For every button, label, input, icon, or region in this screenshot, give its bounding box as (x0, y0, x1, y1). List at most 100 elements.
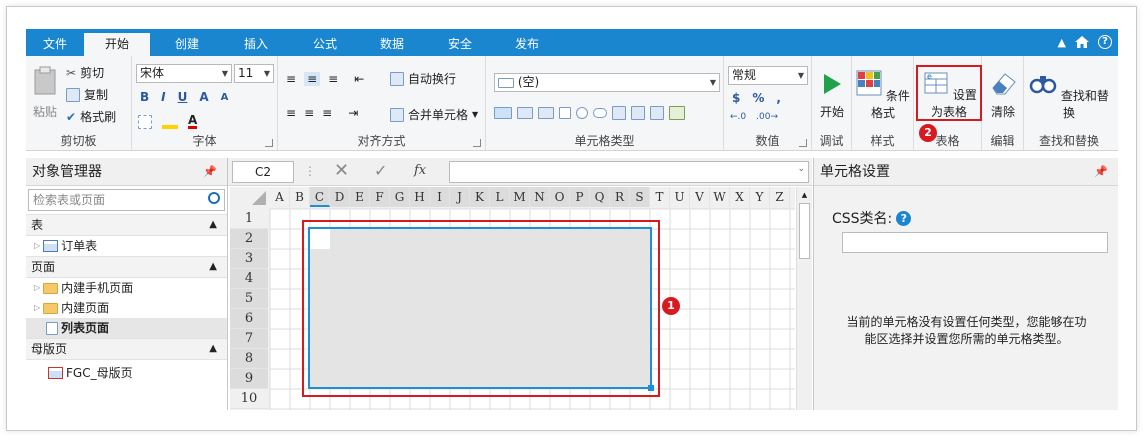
column-header[interactable]: U (670, 187, 690, 207)
column-header[interactable]: L (490, 187, 510, 207)
column-header[interactable]: Z (770, 187, 790, 207)
pin-icon[interactable]: 📌 (1094, 158, 1108, 186)
column-header[interactable]: O (550, 187, 570, 207)
conditional-format-button[interactable]: 条件格式 (854, 70, 912, 121)
column-header[interactable]: K (470, 187, 490, 207)
celltype-select[interactable]: (空) ▼ (494, 73, 720, 92)
formula-input[interactable]: ⌄ (449, 161, 809, 183)
column-header[interactable]: C (310, 187, 330, 207)
column-header[interactable]: F (370, 187, 390, 207)
home-icon[interactable] (1074, 35, 1090, 49)
percent-button[interactable]: % (752, 91, 764, 105)
list-type-icon[interactable] (650, 106, 664, 120)
pin-icon[interactable]: 📌 (203, 158, 217, 186)
column-header[interactable]: X (730, 187, 750, 207)
expand-icon[interactable]: ▷ (34, 298, 40, 318)
tree-item-mobile-pages[interactable]: ▷ 内建手机页面 (26, 278, 227, 298)
set-as-table-button[interactable]: e 设置为表格 (916, 65, 982, 121)
number-format-select[interactable]: 常规 ▼ (728, 66, 808, 85)
clear-button[interactable]: 清除 (984, 70, 1022, 120)
tab-publish[interactable]: 发布 (504, 29, 550, 56)
underline-button[interactable]: U (178, 90, 188, 104)
bold-button[interactable]: B (140, 90, 149, 104)
confirm-icon[interactable]: ✓ (374, 161, 387, 180)
spreadsheet-grid[interactable]: ABCDEFGHIJKLMNOPQRSTUVWXYZ 1 2 3 4 5 6 7 8 9 10 (230, 187, 795, 410)
row-header[interactable]: 7 (230, 329, 268, 349)
object-search-input[interactable]: 检索表或页面 (28, 189, 225, 211)
link-type-icon[interactable] (593, 108, 607, 118)
number-type-icon[interactable] (631, 106, 645, 120)
css-class-input[interactable] (842, 232, 1108, 253)
expand-formula-icon[interactable]: ⌄ (797, 164, 805, 174)
row-header[interactable]: 10 (230, 389, 268, 409)
checkbox-type-icon[interactable] (559, 107, 571, 119)
tree-item-builtin-pages[interactable]: ▷ 内建页面 (26, 298, 227, 318)
cell-reference-box[interactable]: C2 (232, 161, 294, 183)
column-header[interactable]: D (330, 187, 350, 207)
outdent-icon[interactable]: ⇥ (348, 106, 358, 120)
row-header[interactable]: 1 (230, 209, 268, 229)
function-icon[interactable]: fx (414, 163, 426, 178)
vertical-scrollbar[interactable]: ▲ (796, 187, 812, 410)
cut-button[interactable]: ✂ 剪切 (66, 64, 104, 81)
fill-color-icon[interactable] (162, 115, 178, 129)
align-middle-icon[interactable]: ≡ (304, 72, 321, 86)
cancel-icon[interactable]: ✕ (334, 160, 349, 181)
column-header[interactable]: G (390, 187, 410, 207)
align-top-icon[interactable]: ≡ (286, 72, 296, 86)
column-header[interactable]: Y (750, 187, 770, 207)
label-type-icon[interactable] (538, 107, 554, 119)
tab-security[interactable]: 安全 (437, 29, 483, 56)
tab-create[interactable]: 创建 (164, 29, 210, 56)
image-type-icon[interactable] (669, 106, 685, 120)
font-color-button[interactable]: A (188, 114, 198, 129)
border-icon[interactable] (138, 114, 152, 129)
tree-item-list-page[interactable]: 列表页面 (26, 318, 227, 338)
column-header[interactable]: S (630, 187, 650, 207)
column-header[interactable]: T (650, 187, 670, 207)
align-left-icon[interactable]: ≡ (286, 106, 296, 120)
comma-button[interactable]: , (776, 91, 781, 105)
merge-cells-button[interactable]: 合并单元格 ▼ (390, 106, 478, 123)
increase-decimal-icon[interactable]: ←.0 (730, 112, 746, 122)
column-header[interactable]: H (410, 187, 430, 207)
row-header[interactable]: 4 (230, 269, 268, 289)
search-icon[interactable] (208, 192, 220, 204)
row-header[interactable]: 9 (230, 369, 268, 389)
paste-button[interactable]: 粘贴 (32, 66, 58, 120)
column-header[interactable]: B (290, 187, 310, 207)
tab-file[interactable]: 文件 (34, 29, 76, 56)
copy-button[interactable]: 复制 (66, 86, 108, 103)
radio-type-icon[interactable] (576, 107, 588, 119)
column-header[interactable]: V (690, 187, 710, 207)
decrease-decimal-icon[interactable]: .00→ (756, 112, 778, 122)
textbox-type-icon[interactable] (494, 107, 512, 119)
expand-icon[interactable]: ▷ (34, 236, 40, 256)
help-icon[interactable]: ? (896, 210, 912, 226)
section-tables[interactable]: 表 ▲ (26, 214, 227, 236)
tab-formula[interactable]: 公式 (302, 29, 348, 56)
font-size-select[interactable]: 11 ▼ (234, 64, 274, 83)
indent-icon[interactable]: ⇤ (354, 72, 364, 86)
align-right-icon[interactable]: ≡ (322, 106, 332, 120)
font-name-select[interactable]: 宋体 ▼ (136, 64, 232, 83)
section-pages[interactable]: 页面 ▲ (26, 256, 227, 278)
wrap-text-button[interactable]: 自动换行 (390, 70, 456, 87)
start-debug-button[interactable]: 开始 (814, 72, 850, 120)
expand-icon[interactable]: ▷ (34, 278, 40, 298)
scroll-thumb[interactable] (799, 203, 810, 259)
section-masters[interactable]: 母版页 ▲ (26, 338, 227, 360)
column-header[interactable]: N (530, 187, 550, 207)
row-header[interactable]: 3 (230, 249, 268, 269)
align-bottom-icon[interactable]: ≡ (328, 72, 338, 86)
column-header[interactable]: M (510, 187, 530, 207)
row-header[interactable]: 8 (230, 349, 268, 369)
column-header[interactable]: A (270, 187, 290, 207)
tree-item-order-table[interactable]: ▷ 订单表 (26, 236, 227, 256)
calendar-type-icon[interactable] (612, 106, 626, 120)
shrink-font-button[interactable]: A (221, 92, 229, 103)
number-dialog-launcher[interactable] (799, 139, 807, 147)
column-header[interactable]: P (570, 187, 590, 207)
column-header[interactable]: E (350, 187, 370, 207)
tab-home[interactable]: 开始 (84, 33, 150, 56)
